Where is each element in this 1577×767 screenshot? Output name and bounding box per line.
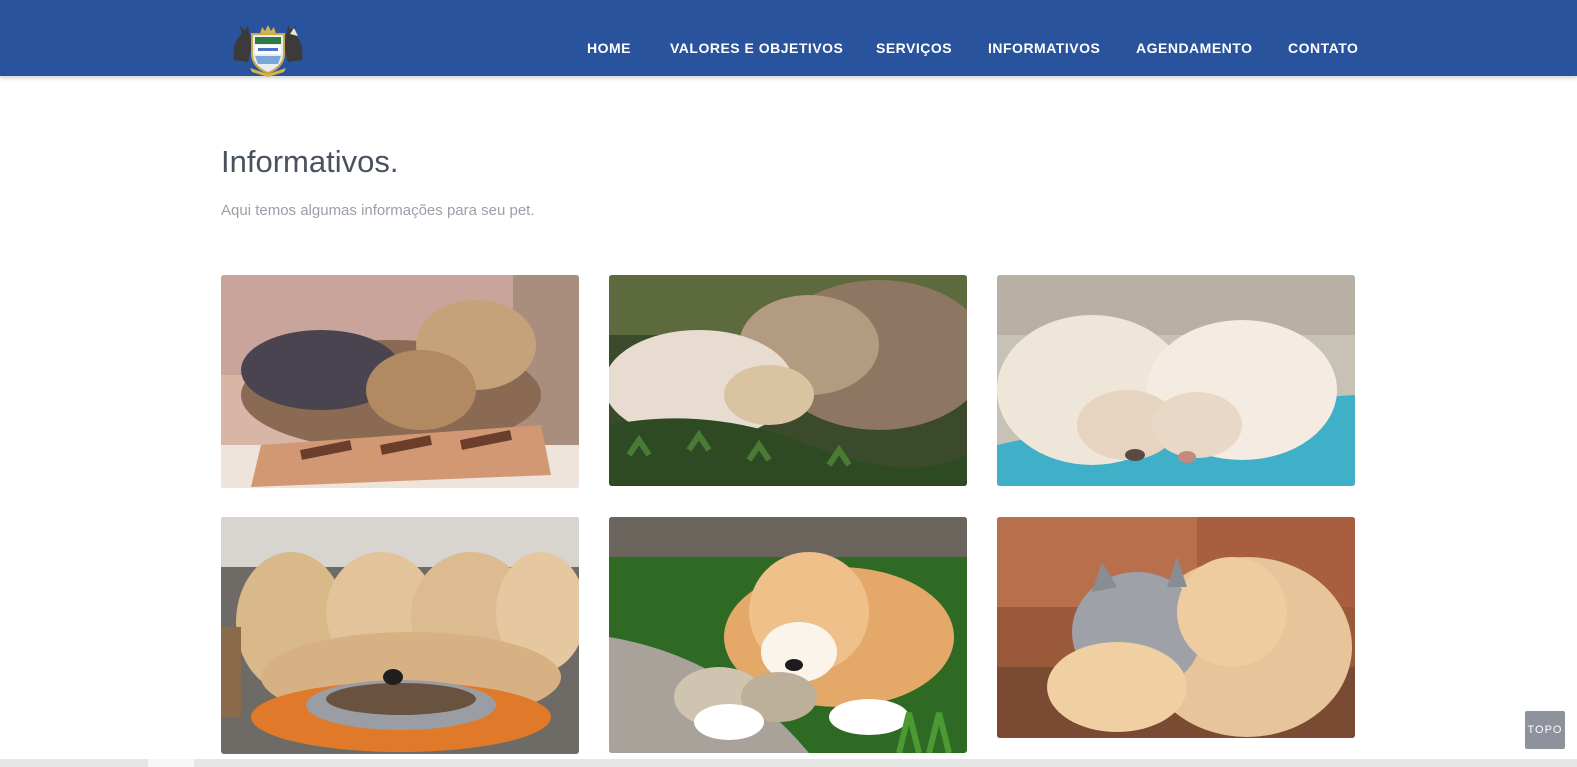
white-puppies-sleeping-on-blue-blanket-photo	[997, 275, 1355, 486]
page-subtitle: Aqui temos algumas informações para seu …	[221, 202, 535, 219]
nav-home[interactable]: HOME	[587, 40, 631, 56]
yorkshire-terrier-sleeping-photo	[221, 275, 579, 488]
nav-valores-e-objetivos[interactable]: VALORES E OBJETIVOS	[670, 40, 843, 56]
cat-and-dog-cuddling-on-grass-photo	[609, 275, 967, 486]
akita-puppy-chewing-on-grass-photo	[609, 517, 967, 753]
main-nav: HOME VALORES E OBJETIVOS SERVIÇOS INFORM…	[0, 0, 1577, 76]
gallery-card-golden-retriever-puppies[interactable]	[221, 517, 579, 754]
gallery-card-white-puppies[interactable]	[997, 275, 1355, 486]
horizontal-scrollbar-thumb[interactable]	[148, 759, 194, 767]
gallery-card-yorkshire-terrier[interactable]	[221, 275, 579, 488]
gallery-card-akita-puppy[interactable]	[609, 517, 967, 753]
horizontal-scrollbar[interactable]	[0, 759, 1577, 767]
nav-contato[interactable]: CONTATO	[1288, 40, 1358, 56]
back-to-top-button[interactable]: TOPO	[1525, 711, 1565, 749]
site-header: HOME VALORES E OBJETIVOS SERVIÇOS INFORM…	[0, 0, 1577, 77]
page-title: Informativos.	[221, 144, 399, 179]
nav-servicos[interactable]: SERVIÇOS	[876, 40, 952, 56]
kittens-hugging-photo	[997, 517, 1355, 738]
golden-retriever-puppies-eating-photo	[221, 517, 579, 754]
gallery-card-cat-and-dog[interactable]	[609, 275, 967, 486]
nav-agendamento[interactable]: AGENDAMENTO	[1136, 40, 1252, 56]
nav-informativos[interactable]: INFORMATIVOS	[988, 40, 1100, 56]
gallery-card-kittens[interactable]	[997, 517, 1355, 738]
